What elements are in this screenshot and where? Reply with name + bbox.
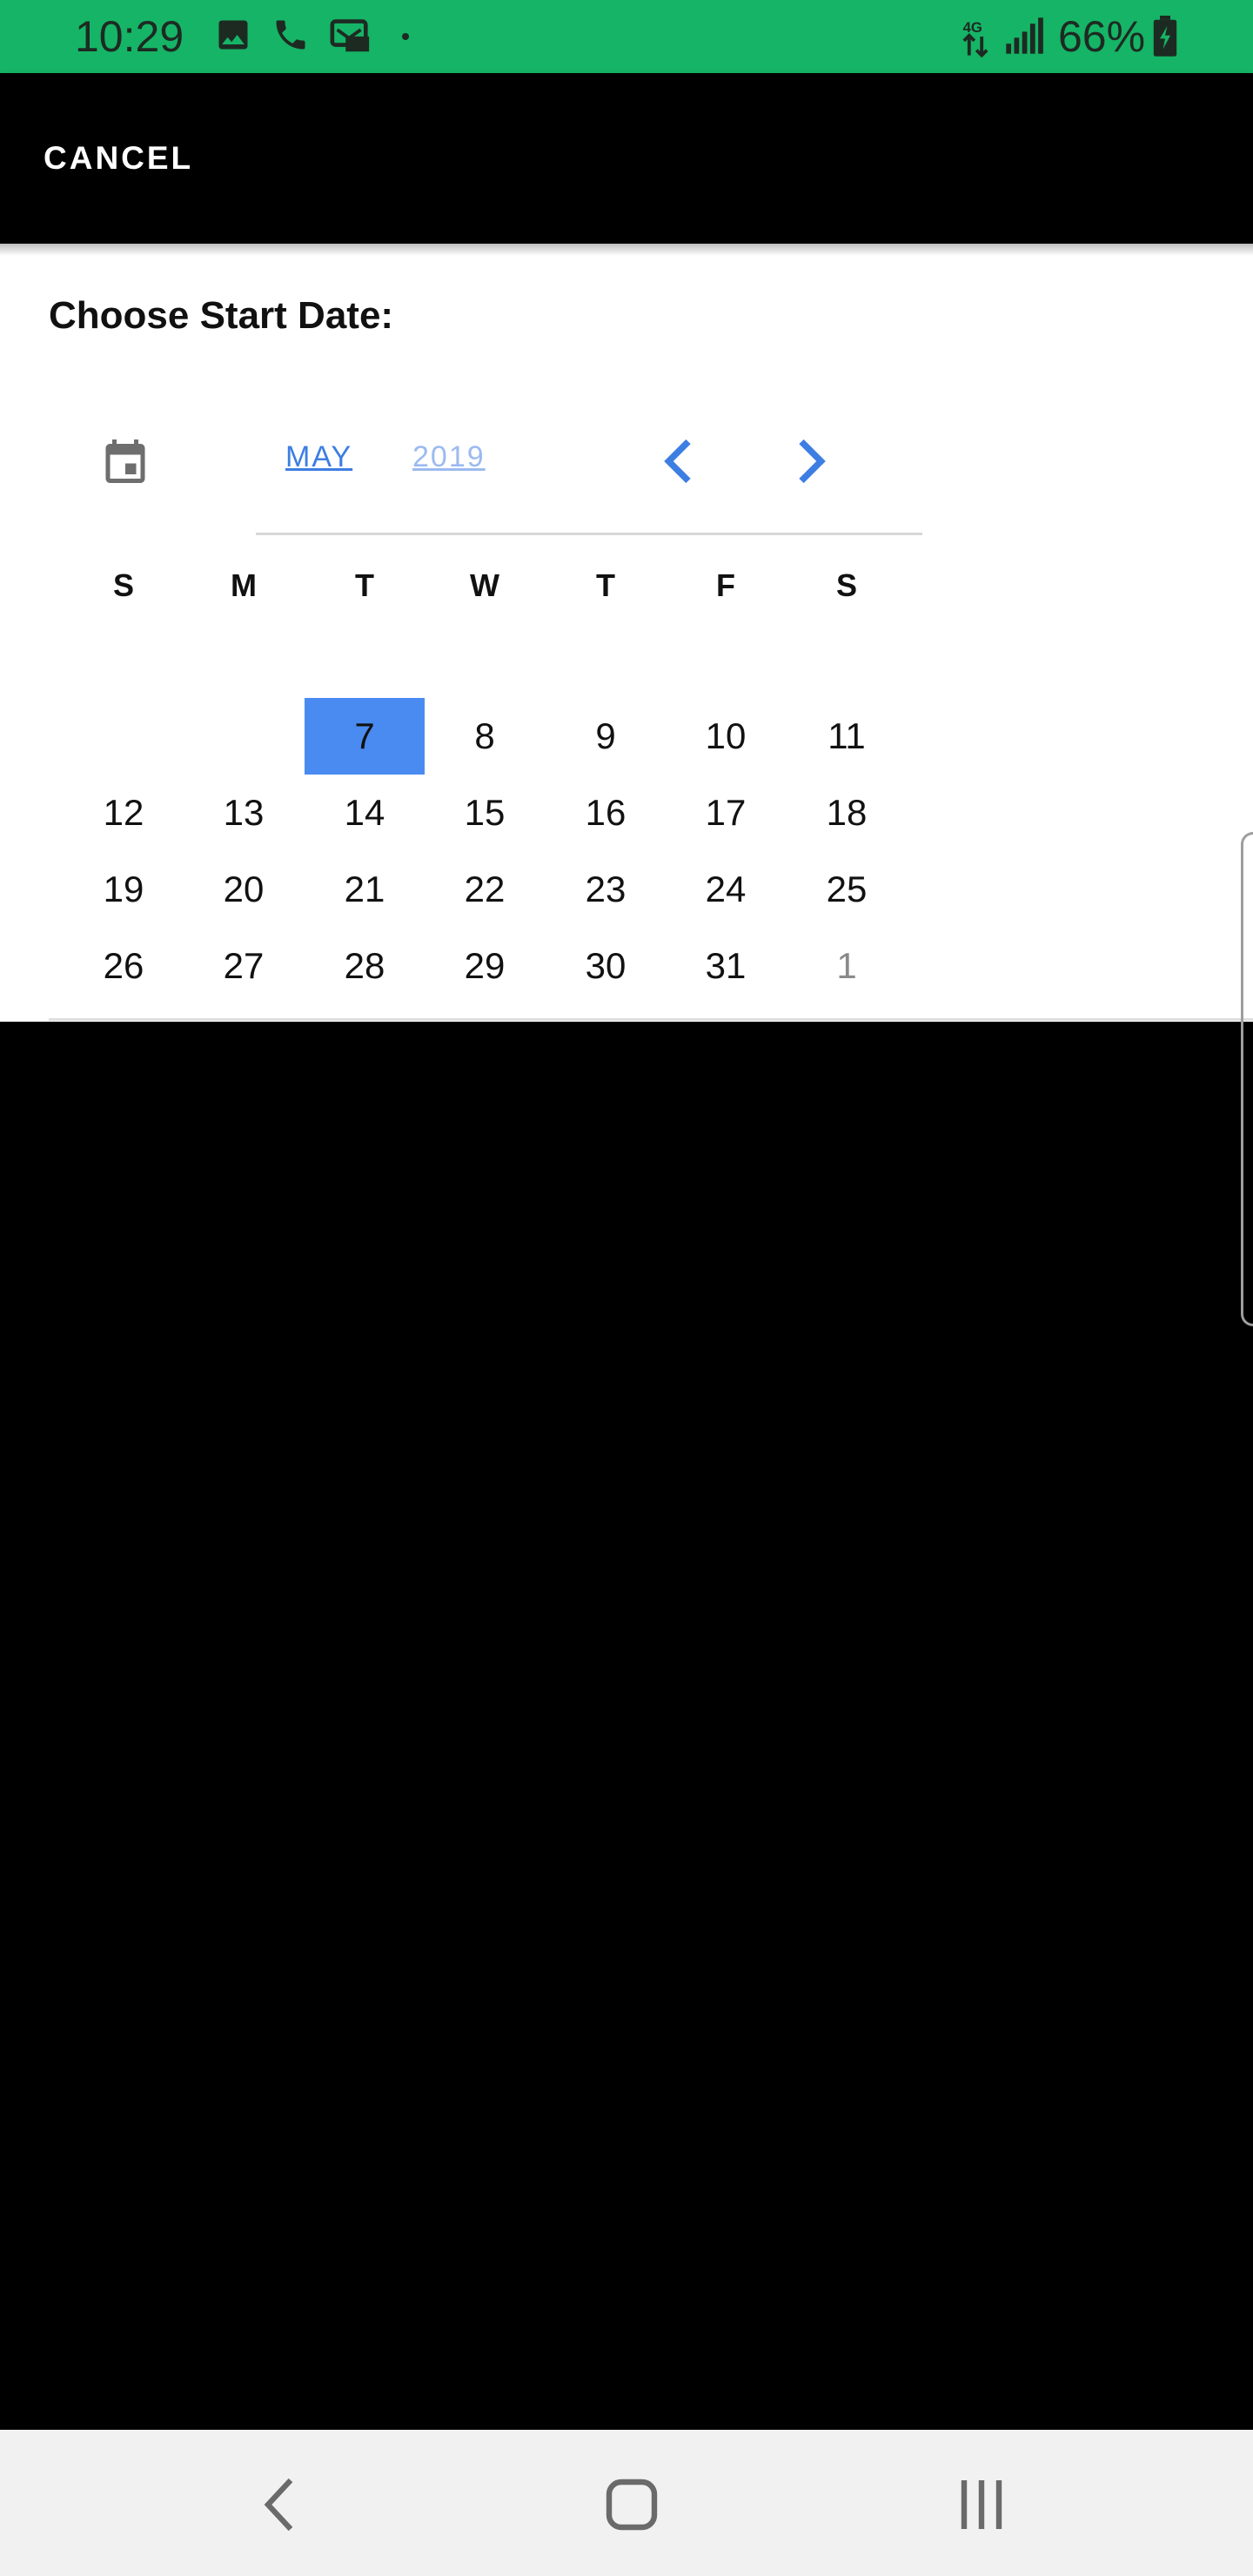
weekday-label: S [112, 567, 134, 603]
date-picker-panel: Choose Start Date: MAY 2019 S M T W T F … [0, 244, 1253, 1022]
status-bar: 10:29 4G 66% [0, 0, 1253, 73]
year-selector[interactable]: 2019 [412, 440, 486, 474]
calendar-day[interactable]: 19 [64, 851, 184, 928]
calendar-day[interactable]: 17 [666, 775, 786, 851]
calendar-day[interactable]: 9 [546, 698, 666, 775]
picker-title: Choose Start Date: [49, 294, 394, 337]
calendar-day [184, 698, 304, 775]
back-icon[interactable] [247, 2470, 317, 2539]
cancel-button[interactable]: CANCEL [44, 134, 193, 183]
calendar-day[interactable]: 30 [546, 928, 666, 1004]
calendar-day[interactable]: 8 [425, 698, 545, 775]
edge-panel-handle[interactable] [1241, 832, 1253, 1326]
voicemail-icon [330, 19, 370, 52]
recent-apps-icon[interactable] [947, 2470, 1016, 2539]
top-toolbar: CANCEL [0, 73, 1253, 244]
navigation-bar [0, 2430, 1253, 2576]
toolbar-shadow [0, 244, 1253, 256]
home-icon[interactable] [597, 2470, 667, 2539]
svg-text:4G: 4G [963, 19, 982, 36]
calendar-day[interactable]: 27 [184, 928, 304, 1004]
calendar-day[interactable]: 16 [546, 775, 666, 851]
weekday-label: S [835, 567, 857, 603]
calendar-day[interactable]: 14 [305, 775, 425, 851]
signal-icon [1006, 17, 1043, 54]
calendar-day[interactable]: 10 [666, 698, 786, 775]
calendar-day[interactable]: 21 [305, 851, 425, 928]
calendar-day [64, 698, 184, 775]
calendar-day[interactable]: 26 [64, 928, 184, 1004]
battery-percent: 66% [1058, 12, 1146, 61]
weekday-label: W [470, 567, 499, 603]
calendar-day[interactable]: 15 [425, 775, 545, 851]
weekday-label: T [596, 567, 615, 603]
calendar-day[interactable]: 11 [787, 698, 907, 775]
header-divider [256, 533, 922, 535]
calendar-day[interactable]: 29 [425, 928, 545, 1004]
calendar-day[interactable]: 18 [787, 775, 907, 851]
weekday-label: F [716, 567, 735, 603]
phone-icon [276, 20, 305, 50]
calendar-day[interactable]: 28 [305, 928, 425, 1004]
calendar-day[interactable]: 23 [546, 851, 666, 928]
calendar-day[interactable]: 22 [425, 851, 545, 928]
calendar-day[interactable]: 13 [184, 775, 304, 851]
battery-charging-icon [1153, 16, 1177, 57]
status-time: 10:29 [75, 12, 184, 61]
calendar-day[interactable]: 25 [787, 851, 907, 928]
weekday-label: T [355, 567, 374, 603]
weekday-label: M [231, 567, 257, 603]
calendar-day[interactable]: 24 [666, 851, 786, 928]
calendar-day-selected[interactable]: 7 [305, 698, 425, 775]
calendar-day[interactable]: 20 [184, 851, 304, 928]
chevron-right-icon[interactable] [788, 435, 832, 487]
image-icon [218, 20, 248, 50]
calendar-day[interactable]: 12 [64, 775, 184, 851]
data-4g-icon: 4G [962, 19, 988, 57]
month-selector[interactable]: MAY [285, 440, 352, 474]
notification-dot [402, 33, 409, 40]
chevron-left-icon[interactable] [658, 435, 701, 487]
calendar-icon[interactable] [99, 435, 151, 487]
calendar-day-next-month[interactable]: 1 [787, 928, 907, 1004]
panel-divider [49, 1018, 1253, 1021]
calendar-day[interactable]: 31 [666, 928, 786, 1004]
